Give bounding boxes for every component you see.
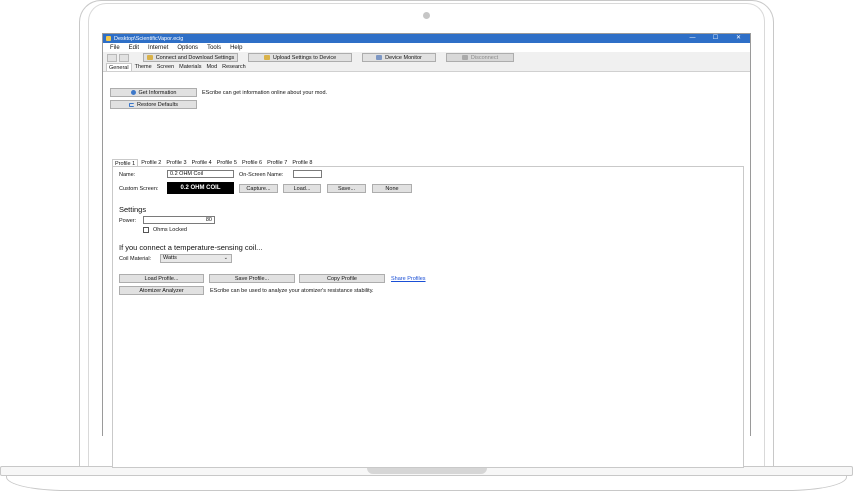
tab-mod[interactable]: Mod [204, 63, 219, 71]
atomizer-analyzer-button[interactable]: Atomizer Analyzer [119, 286, 204, 295]
close-button[interactable]: ✕ [727, 34, 750, 43]
general-panel: Get Information EScribe can get informat… [103, 72, 750, 468]
copy-profile-button[interactable]: Copy Profile [299, 274, 385, 283]
tab-research[interactable]: Research [220, 63, 248, 71]
connect-download-label: Connect and Download Settings [155, 54, 235, 61]
connect-download-button[interactable]: Connect and Download Settings [143, 53, 238, 62]
save-profile-button[interactable]: Save Profile... [209, 274, 295, 283]
tab-general[interactable]: General [106, 63, 132, 71]
tab-materials[interactable]: Materials [177, 63, 203, 71]
atomizer-analyzer-description: EScribe can be used to analyze your atom… [210, 288, 374, 294]
main-tabs: General Theme Screen Materials Mod Resea… [103, 63, 750, 72]
menu-file[interactable]: File [110, 45, 120, 51]
get-information-label: Get Information [138, 89, 177, 96]
download-icon [146, 55, 153, 60]
coil-material-label: Coil Material: [119, 256, 152, 262]
toolbar: Connect and Download Settings Upload Set… [103, 52, 750, 63]
save-screen-button[interactable]: Save... [327, 184, 366, 193]
custom-screen-preview: 0.2 OHM COIL [167, 182, 234, 194]
menu-internet[interactable]: Internet [148, 45, 168, 51]
tab-theme[interactable]: Theme [133, 63, 154, 71]
restore-defaults-button[interactable]: Restore Defaults [110, 100, 197, 109]
menu-bar: File Edit Internet Options Tools Help [103, 43, 750, 52]
app-window: Desktop\ScientificVapor.ecig — ☐ ✕ File … [102, 33, 751, 468]
load-screen-button[interactable]: Load... [283, 184, 321, 193]
menu-options[interactable]: Options [177, 45, 198, 51]
menu-edit[interactable]: Edit [129, 45, 139, 51]
app-icon [106, 36, 111, 41]
profile-name-input[interactable]: 0.2 OHM Coil [167, 170, 234, 178]
edit-icon[interactable] [119, 53, 129, 62]
window-title: Desktop\ScientificVapor.ecig [114, 35, 184, 42]
device-monitor-label: Device Monitor [385, 54, 422, 61]
laptop-scene: Desktop\ScientificVapor.ecig — ☐ ✕ File … [0, 0, 853, 492]
disconnect-button[interactable]: Disconnect [446, 53, 514, 62]
onscreen-name-input[interactable] [293, 170, 322, 178]
power-label: Power: [119, 218, 137, 224]
laptop-base-bottom [6, 475, 847, 491]
onscreen-name-label: On-Screen Name: [239, 172, 284, 178]
camera-icon [423, 12, 430, 19]
load-profile-button[interactable]: Load Profile... [119, 274, 204, 283]
menu-help[interactable]: Help [230, 45, 242, 51]
restore-defaults-label: Restore Defaults [137, 101, 178, 108]
minimize-button[interactable]: — [681, 34, 704, 43]
info-icon [130, 90, 136, 95]
none-button[interactable]: None [372, 184, 412, 193]
upload-settings-button[interactable]: Upload Settings to Device [248, 53, 352, 62]
zoom-icon[interactable] [107, 53, 117, 62]
get-information-button[interactable]: Get Information [110, 88, 197, 97]
upload-settings-label: Upload Settings to Device [272, 54, 337, 61]
capture-button[interactable]: Capture... [239, 184, 278, 193]
power-input[interactable]: 80 [143, 216, 215, 224]
temperature-heading: If you connect a temperature-sensing coi… [119, 243, 263, 252]
undo-icon [129, 102, 135, 107]
get-information-description: EScribe can get information online about… [202, 90, 328, 96]
custom-screen-label: Custom Screen: [119, 186, 159, 192]
monitor-icon [376, 55, 383, 60]
maximize-button[interactable]: ☐ [704, 34, 727, 43]
disconnect-icon [461, 55, 468, 60]
device-monitor-button[interactable]: Device Monitor [362, 53, 436, 62]
title-bar: Desktop\ScientificVapor.ecig — ☐ ✕ [103, 34, 750, 43]
menu-tools[interactable]: Tools [207, 45, 221, 51]
chevron-down-icon: ⌄ [223, 255, 228, 261]
ohms-locked-label: Ohms Locked [153, 227, 187, 233]
tab-screen[interactable]: Screen [155, 63, 176, 71]
settings-heading: Settings [119, 205, 147, 214]
coil-material-select[interactable]: Watts ⌄ [160, 254, 232, 263]
window-controls: — ☐ ✕ [681, 34, 750, 43]
disconnect-label: Disconnect [470, 54, 499, 61]
coil-material-value: Watts [163, 255, 177, 261]
ohms-locked-checkbox[interactable] [143, 227, 149, 233]
profile-panel: Name: 0.2 OHM Coil On-Screen Name: Custo… [112, 166, 744, 468]
share-profiles-link[interactable]: Share Profiles [391, 276, 426, 282]
name-label: Name: [119, 172, 136, 178]
upload-icon [263, 55, 270, 60]
